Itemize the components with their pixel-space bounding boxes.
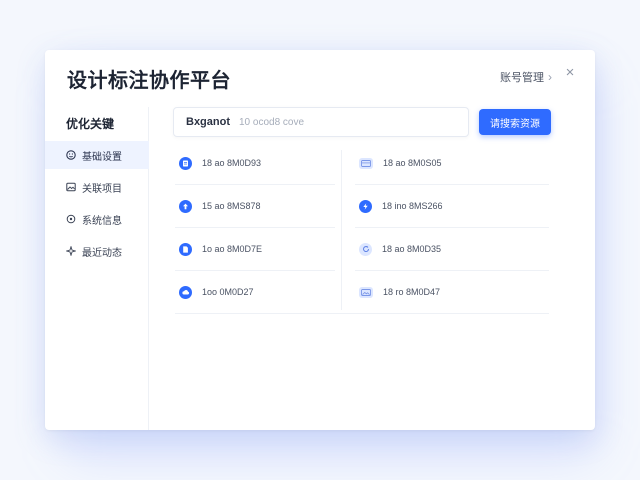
chevron-right-icon: › [548, 70, 552, 84]
sidebar-item-label: 关联项目 [82, 183, 122, 195]
search-label: Bxganot [186, 116, 230, 128]
settings-dialog: 设计标注协作平台 账号管理 › × 优化关键 基础设置 关联项目 系统信息 最近… [45, 50, 595, 430]
file-item[interactable]: 18 ao 8M0D35 [359, 239, 441, 259]
sidebar: 优化关键 基础设置 关联项目 系统信息 最近动态 [45, 107, 149, 430]
sidebar-item-system-info[interactable]: 系统信息 [45, 205, 149, 233]
close-icon[interactable]: × [562, 65, 578, 81]
account-link-label: 账号管理 [500, 72, 544, 84]
file-name: 1oo 0M0D27 [202, 287, 254, 297]
file-name: 18 ao 8M0S05 [383, 158, 442, 168]
page-title: 设计标注协作平台 [67, 70, 231, 92]
sidebar-item-label: 最近动态 [82, 247, 122, 259]
upload-icon [179, 199, 192, 213]
sidebar-item-label: 系统信息 [82, 215, 122, 227]
file-name: 18 ao 8M0D93 [202, 158, 262, 168]
file-item[interactable]: 18 ao 8M0S05 [359, 153, 442, 173]
sidebar-item-label: 基础设置 [82, 151, 122, 163]
cloud-icon [179, 285, 192, 299]
file-name: 18 ro 8M0D47 [383, 287, 441, 297]
search-input[interactable] [239, 116, 439, 128]
search-box: Bxganot [173, 107, 469, 137]
column-divider [341, 150, 342, 310]
image-icon [359, 286, 373, 298]
sidebar-item-basic-settings[interactable]: 基础设置 [45, 141, 149, 169]
file-name: 15 ao 8MS878 [202, 201, 261, 211]
file-item[interactable]: 18 ino 8MS266 [359, 196, 443, 216]
sidebar-item-projects[interactable]: 关联项目 [45, 173, 149, 201]
smile-icon [66, 150, 76, 160]
folder-icon [359, 157, 373, 169]
spark-icon [66, 246, 76, 256]
sidebar-heading: 优化关键 [66, 117, 115, 131]
file-name: 18 ino 8MS266 [382, 201, 443, 211]
file-name: 1o ao 8M0D7E [202, 244, 263, 254]
file-icon [179, 242, 192, 256]
row-divider [175, 313, 549, 314]
image-icon [66, 182, 76, 192]
row-divider [355, 270, 549, 271]
bolt-icon [359, 199, 372, 213]
row-divider [175, 227, 335, 228]
account-link[interactable]: 账号管理 › [500, 69, 552, 85]
row-divider [355, 184, 549, 185]
file-name: 18 ao 8M0D35 [382, 244, 442, 254]
file-item[interactable]: 18 ro 8M0D47 [359, 282, 440, 302]
row-divider [355, 227, 549, 228]
sidebar-item-recent-activity[interactable]: 最近动态 [45, 237, 149, 265]
refresh-icon [359, 242, 372, 256]
file-grid: 18 ao 8M0D93 18 ao 8M0S05 15 ao 8MS878 1… [175, 142, 549, 315]
file-item[interactable]: 15 ao 8MS878 [179, 196, 261, 216]
file-item[interactable]: 1o ao 8M0D7E [179, 239, 262, 259]
file-item[interactable]: 18 ao 8M0D93 [179, 153, 261, 173]
target-icon [66, 214, 76, 224]
row-divider [175, 270, 335, 271]
search-resources-button[interactable]: 请搜索资源 [479, 109, 551, 135]
row-divider [175, 184, 335, 185]
document-icon [179, 156, 192, 170]
file-item[interactable]: 1oo 0M0D27 [179, 282, 254, 302]
